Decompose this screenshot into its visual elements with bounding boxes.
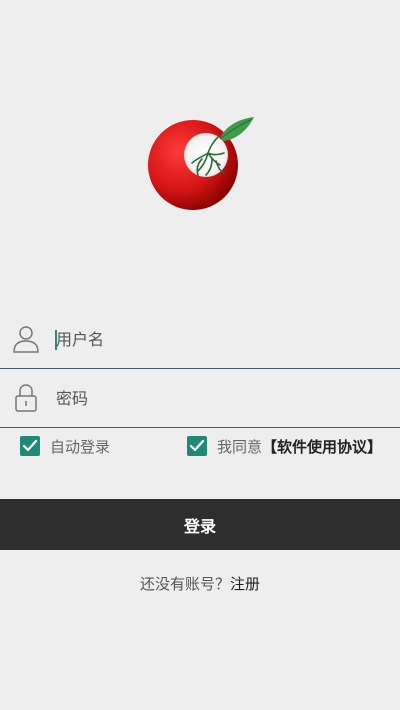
- password-input[interactable]: [56, 385, 376, 411]
- agree-option[interactable]: 我同意 【软件使用协议】: [187, 432, 382, 460]
- password-field[interactable]: [0, 369, 400, 428]
- checkmark-icon: [22, 439, 38, 452]
- agree-label: 我同意: [217, 437, 263, 456]
- register-prompt-text: 还没有账号？: [139, 575, 230, 593]
- text-caret: [55, 330, 57, 350]
- agree-checkbox[interactable]: [187, 436, 207, 456]
- register-link[interactable]: 注册: [230, 575, 260, 593]
- register-prompt: 还没有账号？注册: [0, 573, 400, 594]
- software-agreement-link[interactable]: 【软件使用协议】: [262, 436, 382, 457]
- login-button[interactable]: 登录: [0, 499, 400, 550]
- user-icon: [13, 326, 39, 353]
- username-field[interactable]: [0, 310, 400, 369]
- lock-icon: [15, 384, 37, 412]
- app-logo: [148, 117, 254, 210]
- checkmark-icon: [189, 439, 205, 452]
- auto-login-option[interactable]: 自动登录: [20, 432, 110, 460]
- username-input[interactable]: [56, 326, 376, 352]
- auto-login-label: 自动登录: [50, 437, 111, 456]
- auto-login-checkbox[interactable]: [20, 436, 40, 456]
